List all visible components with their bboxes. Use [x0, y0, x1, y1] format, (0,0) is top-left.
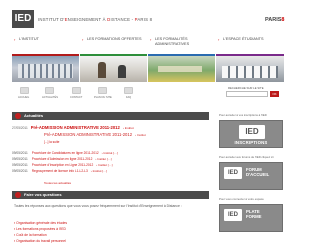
faq-intro: Toutes les réponses aux questions que vo… — [14, 204, 182, 208]
banner-photo-building — [12, 56, 79, 82]
quicknav-contact[interactable]: CONTACT — [70, 96, 82, 99]
banner-photo-students — [80, 56, 147, 82]
news-bullet-icon — [15, 113, 21, 119]
search-ok-button[interactable]: OK — [270, 91, 279, 97]
faq-link[interactable]: ▪ Les formations proposées à l'IED — [14, 227, 66, 231]
quicknav-faq[interactable]: FAQ — [126, 96, 131, 99]
faq-link[interactable]: ▪ Organisation générale des études — [14, 221, 67, 225]
quicknav-actualites[interactable]: ACTUALITÉS — [42, 96, 58, 99]
faq-icon[interactable] — [124, 87, 133, 94]
inscriptions-label: Pour accéder à vos inscriptions à l'IED — [219, 113, 267, 117]
news-section-header: Actualités — [12, 112, 209, 120]
home-icon[interactable] — [20, 87, 29, 94]
news-item-featured[interactable]: 27/05/2011 Pré-ADMISSION ADMINISTRATIVE 2… — [12, 125, 134, 130]
plateforme-label: Pour vous connecter à votre espace — [219, 197, 264, 201]
forum-label: Pour accéder aux forums de l'IED cliquez… — [219, 155, 274, 159]
all-news-link[interactable]: Toutes les actualités — [44, 181, 71, 185]
tab-formations[interactable]: › LES FORMATIONS OFFERTES — [80, 34, 147, 54]
plateforme-card[interactable]: IED PLATE FORME — [219, 204, 283, 232]
news-row[interactable]: 09/05/2011 Procédure d'Inscription en Lig… — [12, 163, 112, 167]
news-item-featured-sub[interactable]: Pré-ADMISSION ADMINISTRATIVE 2011-2012 › … — [44, 132, 146, 137]
quicknav-accueil[interactable]: ACCUEIL — [18, 96, 29, 99]
faq-link[interactable]: ▪ Coût de la formation — [14, 233, 47, 237]
faq-section-header: Faire vos questions — [12, 191, 209, 199]
chevron-right-icon: › — [82, 37, 84, 42]
news-more-link[interactable]: [...] la suite — [44, 140, 59, 144]
news-icon[interactable] — [45, 87, 54, 94]
search-label: RECHERCHE SUR LE SITE — [228, 86, 264, 90]
banner-photo-library — [216, 56, 284, 82]
news-row[interactable]: 09/05/2011 Procédure de Candidatures en l… — [12, 151, 118, 155]
ied-logo: IED — [224, 167, 242, 179]
forum-card[interactable]: IED FORUM D'ACCUEIL — [219, 162, 283, 190]
ied-logo[interactable]: IED — [12, 10, 34, 28]
faq-bullet-icon — [15, 192, 21, 198]
tab-formalites[interactable]: › LES FORMALITÉS ADMINISTRATIVES — [148, 34, 215, 54]
tab-espace-etudiants[interactable]: › L'ESPACE ÉTUDIANTS — [216, 34, 284, 54]
sitemap-icon[interactable] — [98, 87, 107, 94]
quicknav-plan-du-site[interactable]: PLAN DU SITE — [94, 96, 112, 99]
chevron-right-icon: › — [150, 37, 152, 42]
banner-photo-campus — [148, 56, 215, 82]
search-input[interactable] — [226, 91, 268, 97]
tab-institut[interactable]: › L'INSTITUT — [12, 34, 79, 54]
ied-logo: IED — [224, 209, 242, 221]
ied-logo: IED — [239, 125, 265, 139]
faq-link[interactable]: ▪ Organisation du travail personnel — [14, 239, 66, 243]
inscriptions-card[interactable]: IED INSCRIPTIONS — [219, 120, 283, 148]
paris8-logo[interactable]: PARIS8 — [265, 17, 284, 23]
institute-name: INSTITUT D'ENSEIGNEMENT À DISTANCE - PAR… — [38, 17, 153, 22]
news-row[interactable]: 09/05/2011 Procédure d'Admission en ligne… — [12, 157, 112, 161]
chevron-right-icon: › — [218, 37, 220, 42]
mail-icon[interactable] — [72, 87, 81, 94]
news-row[interactable]: 09/05/2011 Regroupement de licence info L… — [12, 169, 107, 173]
chevron-right-icon: › — [14, 37, 16, 42]
